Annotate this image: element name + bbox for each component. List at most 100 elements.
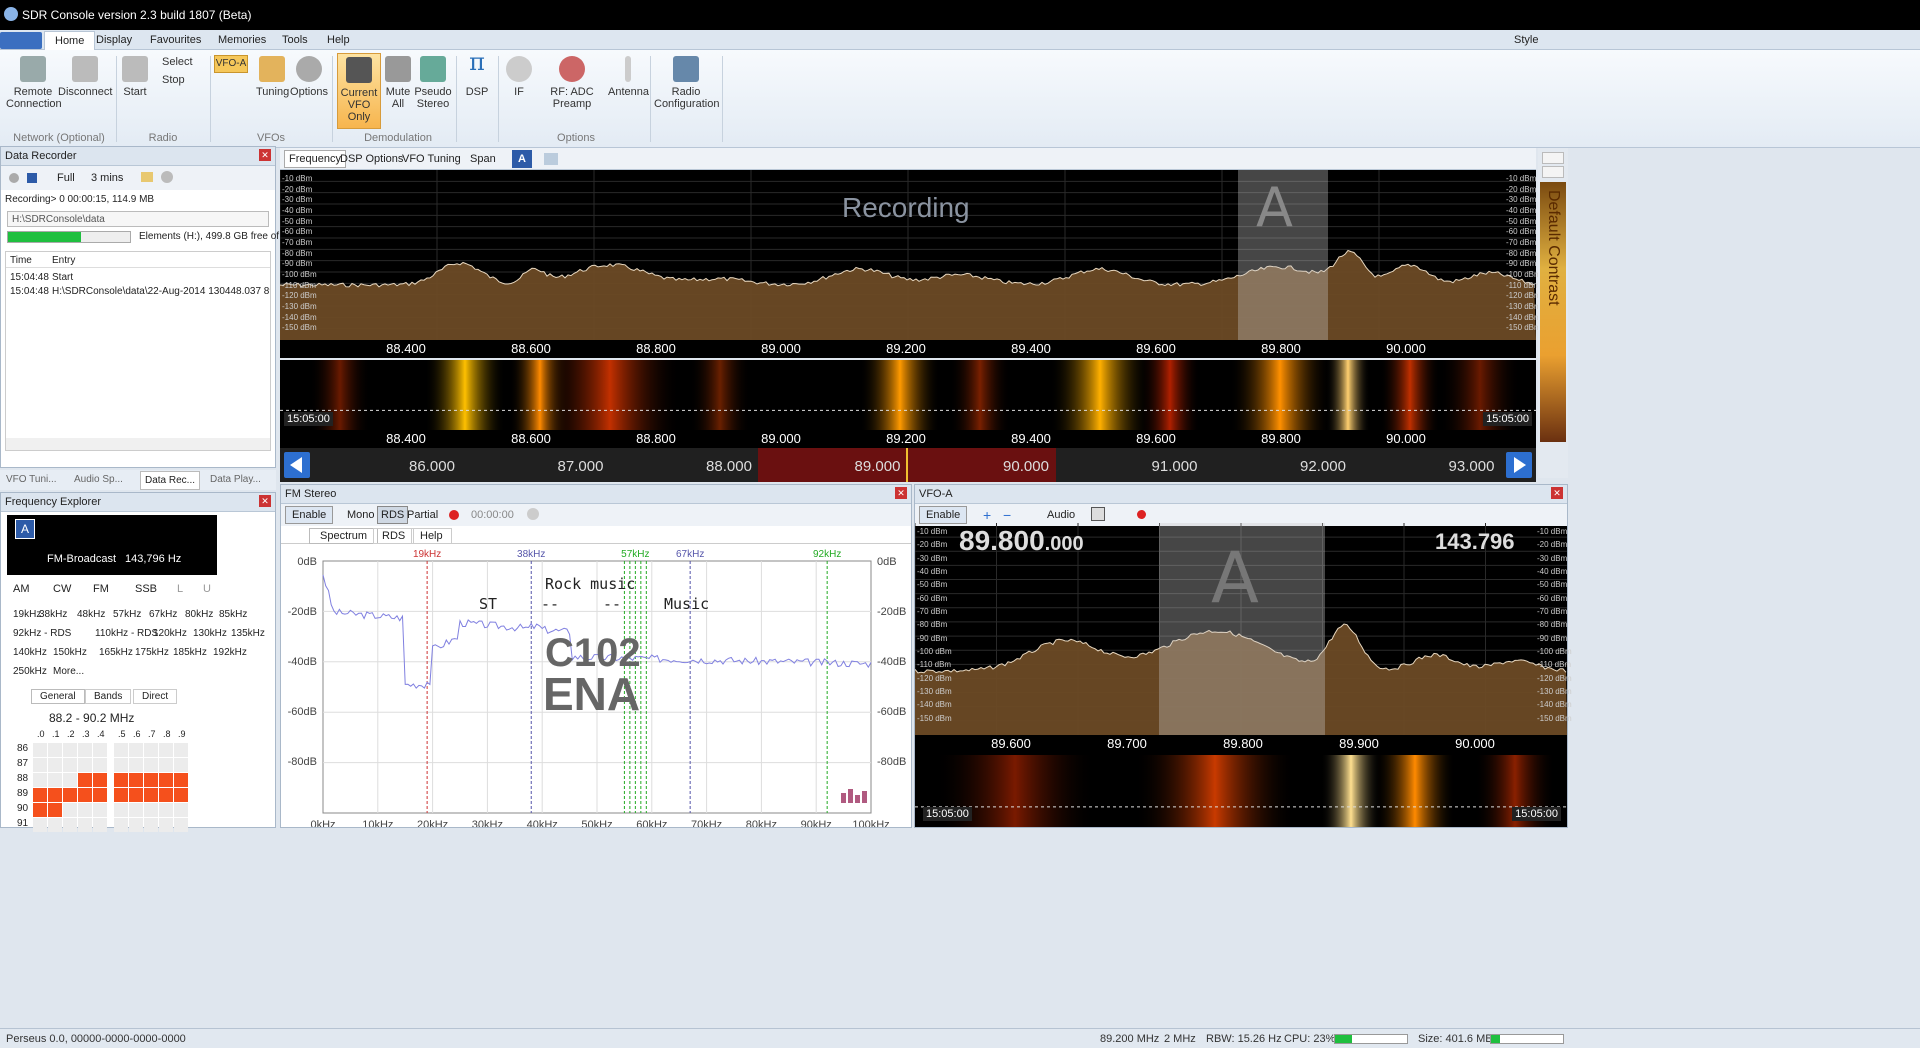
mono-button[interactable]: Mono bbox=[347, 509, 375, 521]
path-field[interactable]: H:\SDRConsole\data bbox=[7, 211, 269, 227]
grid-cell[interactable] bbox=[114, 758, 128, 772]
explorer-item[interactable]: 140kHz bbox=[13, 647, 47, 658]
rds-button[interactable]: RDS bbox=[377, 506, 409, 524]
grid-cell[interactable] bbox=[114, 818, 128, 832]
grid-cell[interactable] bbox=[174, 758, 188, 772]
explorer-item[interactable]: 135kHz bbox=[231, 628, 265, 639]
tab-general[interactable]: General bbox=[31, 689, 85, 704]
grid-cell[interactable] bbox=[129, 803, 143, 817]
scroll-left-button[interactable] bbox=[284, 452, 310, 478]
grid-cell[interactable] bbox=[93, 773, 107, 787]
grid-cell[interactable] bbox=[114, 788, 128, 802]
tab-help[interactable]: Help bbox=[411, 528, 452, 544]
antenna-button[interactable]: Antenna bbox=[608, 56, 649, 98]
options-button[interactable]: Options bbox=[290, 56, 328, 98]
grid-cell[interactable] bbox=[33, 743, 47, 757]
explorer-item[interactable]: 185kHz bbox=[173, 647, 207, 658]
explorer-item[interactable]: 130kHz bbox=[193, 628, 227, 639]
contrast-down[interactable] bbox=[1542, 166, 1564, 178]
settings-icon[interactable] bbox=[527, 508, 539, 520]
grid-cell[interactable] bbox=[63, 758, 77, 772]
print-icon[interactable] bbox=[544, 153, 558, 165]
grid-cell[interactable] bbox=[144, 758, 158, 772]
tab-audio-spectrum[interactable]: Audio Sp... bbox=[74, 474, 123, 485]
grid-cell[interactable] bbox=[93, 788, 107, 802]
tab-vfo-tuning[interactable]: VFO Tuning bbox=[402, 153, 461, 165]
stop-record-icon[interactable] bbox=[27, 173, 37, 183]
remote-connection-button[interactable]: Remote Connection bbox=[6, 56, 62, 110]
grid-cell[interactable] bbox=[63, 743, 77, 757]
grid-cell[interactable] bbox=[93, 818, 107, 832]
grid-cell[interactable] bbox=[159, 818, 173, 832]
mode-ssb[interactable]: SSB bbox=[135, 583, 157, 595]
grid-cell[interactable] bbox=[129, 788, 143, 802]
tab-bands[interactable]: Bands bbox=[85, 689, 132, 704]
grid-cell[interactable] bbox=[48, 773, 62, 787]
explorer-item[interactable]: 150kHz bbox=[53, 647, 87, 658]
contrast-up[interactable] bbox=[1542, 152, 1564, 164]
grid-cell[interactable] bbox=[129, 758, 143, 772]
explorer-item[interactable]: 48kHz bbox=[77, 609, 105, 620]
tab-rds[interactable]: RDS bbox=[373, 528, 415, 544]
mute-all-button[interactable]: Mute All bbox=[384, 56, 412, 110]
settings-icon[interactable] bbox=[161, 171, 173, 183]
tab-spectrum[interactable]: Spectrum bbox=[309, 528, 379, 544]
dsp-button[interactable]: π DSP bbox=[462, 50, 492, 98]
grid-cell[interactable] bbox=[48, 788, 62, 802]
full-dropdown[interactable]: Full bbox=[57, 172, 75, 184]
grid-cell[interactable] bbox=[78, 758, 92, 772]
band-scroller[interactable]: 86.000 87.000 88.000 89.000 90.000 91.000 92.0… bbox=[280, 448, 1536, 482]
grid-cell[interactable] bbox=[48, 743, 62, 757]
mode-cw[interactable]: CW bbox=[53, 583, 71, 595]
vfo-enable-button[interactable]: Enable bbox=[919, 506, 968, 524]
close-panel-icon[interactable]: ✕ bbox=[1551, 487, 1563, 499]
vfo-spectrum[interactable]: A 89.800.000 143.796 -10 dBm -10 dBm -20 d… bbox=[914, 523, 1572, 735]
tab-dsp-options[interactable]: DSP Options bbox=[340, 153, 403, 165]
tab-tools[interactable]: Tools bbox=[282, 34, 308, 46]
grid-cell[interactable] bbox=[129, 818, 143, 832]
fm-enable-button[interactable]: Enable bbox=[285, 506, 334, 524]
lock-icon[interactable] bbox=[1091, 507, 1105, 521]
tab-memories[interactable]: Memories bbox=[218, 34, 266, 46]
tab-direct[interactable]: Direct bbox=[133, 689, 178, 704]
tab-vfo-tuning[interactable]: VFO Tuni... bbox=[6, 474, 57, 485]
tab-home[interactable]: Home bbox=[44, 31, 96, 51]
stop-button[interactable]: Stop bbox=[162, 74, 208, 86]
select-button[interactable]: Select bbox=[162, 56, 208, 68]
zoom-out-icon[interactable]: − bbox=[1003, 507, 1011, 523]
scroll-right-button[interactable] bbox=[1506, 452, 1532, 478]
grid-cell[interactable] bbox=[144, 803, 158, 817]
tab-data-player[interactable]: Data Play... bbox=[210, 474, 261, 485]
span-dropdown[interactable]: Span bbox=[470, 153, 496, 165]
explorer-item[interactable]: 250kHz bbox=[13, 666, 47, 677]
horizontal-scrollbar[interactable] bbox=[6, 438, 270, 450]
grid-cell[interactable] bbox=[63, 803, 77, 817]
app-menu-button[interactable] bbox=[0, 32, 42, 49]
grid-cell[interactable] bbox=[78, 818, 92, 832]
explorer-item[interactable]: 80kHz bbox=[185, 609, 213, 620]
explorer-item[interactable]: 175kHz bbox=[135, 647, 169, 658]
grid-cell[interactable] bbox=[174, 803, 188, 817]
waterfall[interactable]: 15:05:00 15:05:00 bbox=[280, 360, 1536, 430]
grid-cell[interactable] bbox=[33, 758, 47, 772]
grid-cell[interactable] bbox=[114, 803, 128, 817]
grid-cell[interactable] bbox=[33, 788, 47, 802]
grid-cell[interactable] bbox=[144, 788, 158, 802]
grid-cell[interactable] bbox=[93, 803, 107, 817]
mode-l[interactable]: L bbox=[177, 583, 183, 595]
grid-cell[interactable] bbox=[174, 788, 188, 802]
grid-cell[interactable] bbox=[48, 758, 62, 772]
if-button[interactable]: IF bbox=[506, 56, 532, 98]
explorer-item[interactable]: 192kHz bbox=[213, 647, 247, 658]
explorer-item[interactable]: 19kHz bbox=[13, 609, 41, 620]
mins-dropdown[interactable]: 3 mins bbox=[91, 172, 123, 184]
main-spectrum[interactable]: A Recording -10 dBm -10 dBm -20 dBm -20 dBm… bbox=[279, 170, 1541, 340]
disconnect-button[interactable]: Disconnect bbox=[58, 56, 112, 98]
close-panel-icon[interactable]: ✕ bbox=[895, 487, 907, 499]
grid-cell[interactable] bbox=[93, 758, 107, 772]
grid-cell[interactable] bbox=[33, 803, 47, 817]
grid-cell[interactable] bbox=[78, 803, 92, 817]
tab-help[interactable]: Help bbox=[327, 34, 350, 46]
grid-cell[interactable] bbox=[63, 818, 77, 832]
rf-adc-preamp-button[interactable]: RF: ADC Preamp bbox=[536, 56, 608, 110]
